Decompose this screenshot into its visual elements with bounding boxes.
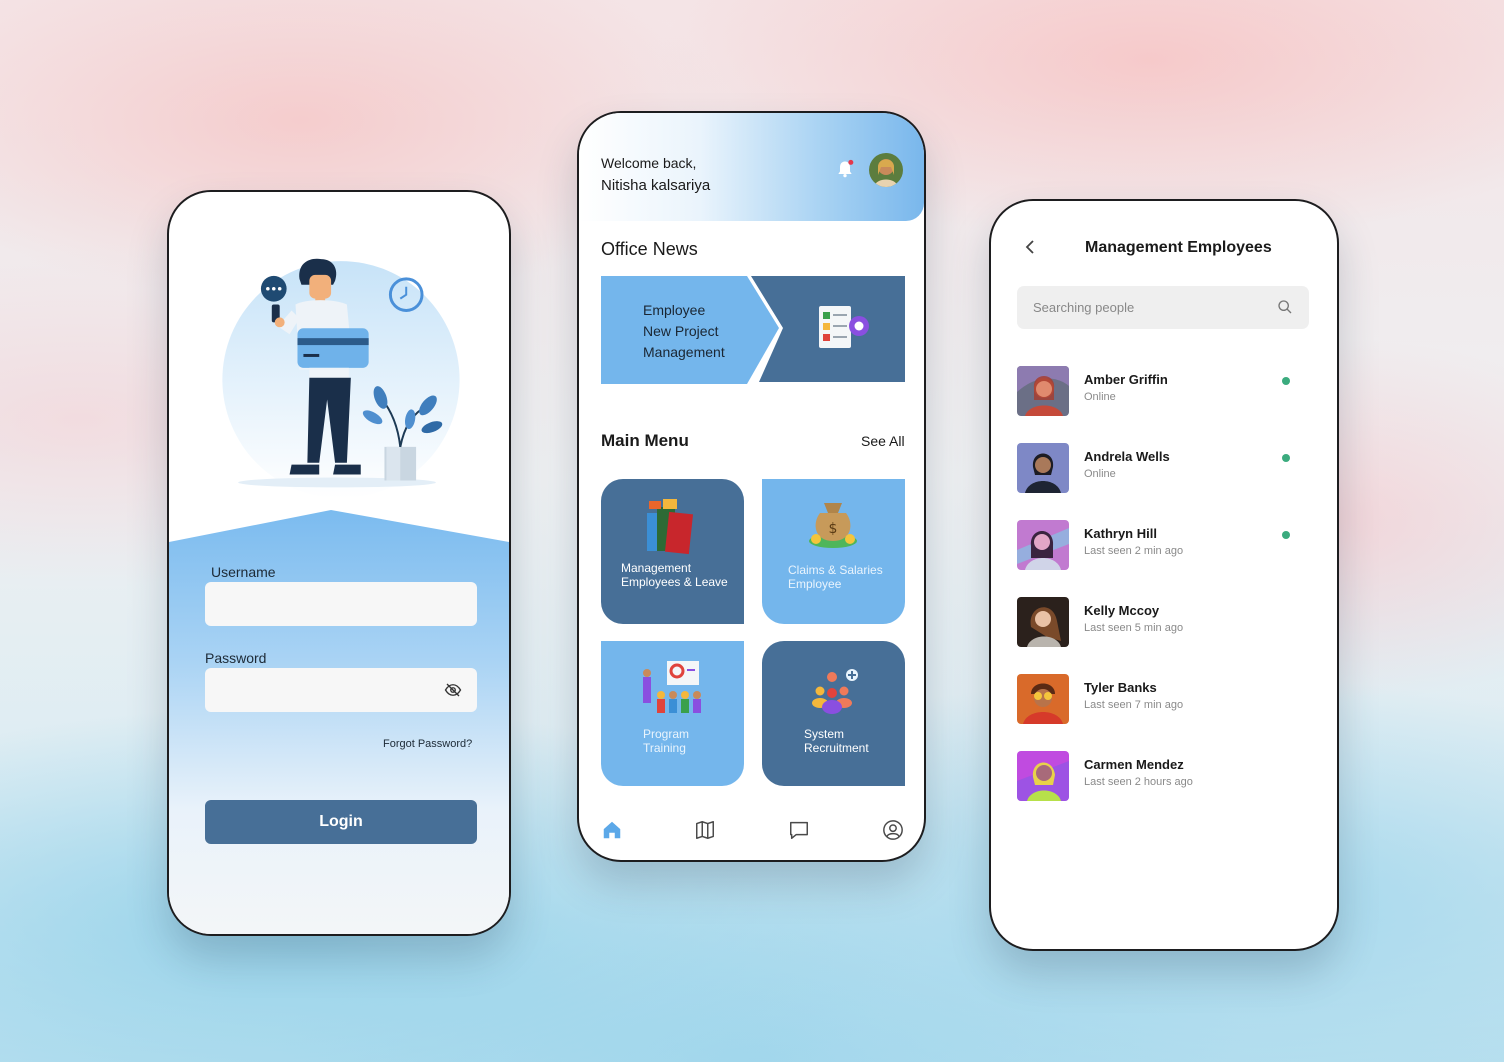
list-item[interactable]: Carmen Mendez Last seen 2 hours ago [1017,751,1317,803]
person-name: Kathryn Hill [1084,526,1157,541]
username-field[interactable] [205,582,477,626]
avatar [1017,366,1069,416]
list-item[interactable]: Amber Griffin Online [1017,366,1317,418]
back-arrow-icon[interactable] [1023,239,1037,255]
tile-program-training[interactable]: Program Training [601,641,744,786]
login-form: Username Password Forgot Password? Login [169,510,509,934]
checklist-gear-icon [819,306,869,348]
tile-label-line-2: Recruitment [804,741,869,755]
list-item[interactable]: Tyler Banks Last seen 7 min ago [1017,674,1317,726]
tile-label: Claims & Salaries Employee [788,563,883,591]
news-line-2: New Project [643,323,719,339]
password-label: Password [205,650,267,666]
forgot-password-link[interactable]: Forgot Password? [383,738,472,750]
svg-text:$: $ [829,521,838,537]
avatar [1017,674,1069,724]
news-text: Employee New Project Management [643,300,725,363]
news-line-3: Management [643,344,725,360]
person-status: Last seen 7 min ago [1084,699,1184,711]
tile-claims-salaries-employee[interactable]: $ Claims & Salaries Employee [762,479,905,624]
avatar [1017,751,1069,801]
bell-icon[interactable] [835,159,855,179]
avatar [1017,597,1069,647]
eye-off-icon[interactable] [444,681,462,699]
tile-label-line-1: Claims & Salaries [788,563,883,577]
list-item[interactable]: Kathryn Hill Last seen 2 min ago [1017,520,1317,572]
books-icon [647,499,694,555]
search-input[interactable]: Searching people [1017,286,1309,329]
person-name: Tyler Banks [1084,680,1157,695]
person-name: Andrela Wells [1084,449,1170,464]
tile-label-line-1: System [804,727,845,741]
avatar [1017,520,1069,570]
tile-label: Program Training [643,727,689,755]
page-title: Management Employees [1085,239,1272,256]
user-name: Nitisha kalsariya [601,177,711,194]
person-name: Amber Griffin [1084,372,1168,387]
tile-label-line-2: Employees & Leave [621,575,728,589]
person-status: Last seen 2 min ago [1084,545,1184,557]
news-card[interactable]: Employee New Project Management [601,276,905,384]
profile-icon[interactable] [882,819,904,841]
list-item[interactable]: Andrela Wells Online [1017,443,1317,495]
login-screen: Username Password Forgot Password? Login [167,190,511,936]
login-button[interactable]: Login [205,800,477,844]
avatar[interactable] [869,153,903,187]
online-indicator [1282,377,1290,385]
person-name: Carmen Mendez [1084,757,1184,772]
tile-management-employees-leave[interactable]: Management Employees & Leave [601,479,744,624]
search-icon[interactable] [1277,299,1293,315]
recruitment-icon [812,669,858,714]
person-status: Online [1084,391,1116,403]
online-indicator [1282,531,1290,539]
home-screen: Welcome back, Nitisha kalsariya Office N… [577,111,926,862]
password-field[interactable] [205,668,477,712]
tile-system-recruitment[interactable]: System Recruitment [762,641,905,786]
office-news-title: Office News [601,239,698,259]
online-indicator [1282,454,1290,462]
employees-screen: Management Employees Searching people Am… [989,199,1339,951]
person-status: Online [1084,468,1116,480]
see-all-link[interactable]: See All [861,433,905,449]
welcome-text: Welcome back, [601,155,697,171]
home-icon[interactable] [601,819,623,841]
tile-label: System Recruitment [804,727,869,755]
tile-label-line-1: Management [621,561,692,575]
person-name: Kelly Mccoy [1084,603,1160,618]
news-line-1: Employee [643,302,706,318]
home-header: Welcome back, Nitisha kalsariya [579,113,924,221]
map-icon[interactable] [694,819,716,841]
person-status: Last seen 5 min ago [1084,622,1184,634]
tile-label-line-2: Training [643,741,686,755]
list-item[interactable]: Kelly Mccoy Last seen 5 min ago [1017,597,1317,649]
main-menu-title: Main Menu [601,431,689,450]
training-icon [643,661,701,713]
money-bag-icon: $ [809,503,857,548]
person-status: Last seen 2 hours ago [1084,776,1193,788]
tile-label-line-2: Employee [788,577,842,591]
login-illustration [222,258,460,499]
username-label: Username [211,564,276,580]
message-icon[interactable] [788,819,810,841]
avatar [1017,443,1069,493]
tile-label-line-1: Program [643,727,690,741]
tile-label: Management Employees & Leave [621,561,728,589]
